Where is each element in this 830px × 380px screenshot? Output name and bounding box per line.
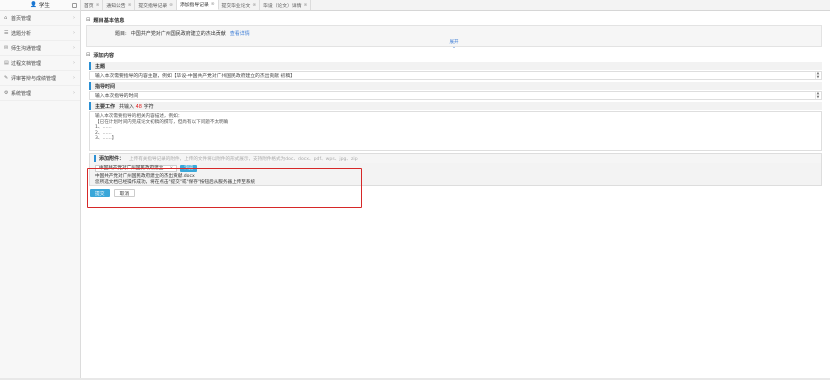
subject-block: 主题 输入本次需要指导的内容主题，例如【毕设-中国共产党对广州国民政府建立的杰出… (89, 62, 822, 80)
chevron-down-icon: ⌄ (452, 44, 456, 50)
sidebar-item-label: 选题分析 (11, 30, 32, 37)
sidebar-item-label: 师生沟通管理 (11, 45, 42, 52)
menu-item-icon: ✎ (4, 75, 9, 81)
sidebar-item-5[interactable]: ⚙ 系统管理 › (0, 86, 80, 101)
role-label: 👤 学生 (30, 2, 50, 9)
tab-label: 通知公告 (106, 3, 126, 9)
tab-label: 添加指导记录 (179, 3, 209, 8)
chevron-right-icon: › (73, 15, 75, 21)
chevron-right-icon: › (73, 30, 75, 36)
close-icon[interactable]: ⊗ (169, 3, 173, 8)
close-icon[interactable]: ⊗ (96, 3, 100, 8)
basic-info-section-title: ⊟ 题目基本信息 (86, 17, 125, 24)
sidebar-item-label: 系统管理 (11, 90, 32, 97)
sidebar-item-label: 首页管理 (11, 15, 32, 22)
subject-input[interactable]: 输入本次需要指导的内容主题，例如【毕设-中国共产党对广州国民政府建立的杰出贡献 … (89, 71, 822, 80)
attachment-header: 添加附件： 上传有关指导记录的附件，上传的文件将以附件的形式展示，支持附件格式为… (90, 153, 821, 163)
tab-0[interactable]: 首页 ⊗ (81, 0, 104, 10)
cancel-button[interactable]: 取消 (113, 189, 136, 197)
upload-status-text: 您所选文档已经操作成功，将在点击"提交"或"保存"按钮后从服务器上传至系统 (95, 180, 256, 185)
sidebar-item-3[interactable]: ▤ 过程文档管理 › (0, 56, 80, 71)
work-label: 主要工作 共输入 48 字符 (89, 102, 822, 110)
submit-button[interactable]: 提交 (90, 189, 110, 197)
time-label: 指导时间 (89, 82, 822, 90)
sidebar-item-0[interactable]: ⌂ 首页管理 › (0, 11, 80, 26)
menu-item-icon: ☰ (4, 30, 9, 36)
chevron-right-icon: › (73, 45, 75, 51)
sidebar-item-label: 过程文档管理 (11, 60, 42, 67)
menu-item-icon: ⌂ (4, 15, 8, 21)
sidebar-item-4[interactable]: ✎ 评审答辩与成绩管理 › (0, 71, 80, 86)
form-actions: 提交 取消 (90, 189, 822, 197)
sidebar-item-label: 评审答辩与成绩管理 (11, 75, 57, 82)
collapse-icon[interactable]: ⊟ (86, 17, 90, 23)
tab-4[interactable]: 提交毕业论文 ⊗ (219, 0, 261, 10)
close-icon[interactable]: ⊗ (128, 3, 132, 8)
chevron-right-icon: › (73, 75, 75, 81)
sidebar-item-2[interactable]: ✉ 师生沟通管理 › (0, 41, 80, 56)
expand-toggle[interactable]: 展开 ⌄ (450, 40, 459, 50)
tab-5[interactable]: 毕设（论文）详情 ⊗ (260, 0, 312, 10)
attachment-block: 添加附件： 上传有关指导记录的附件，上传的文件将以附件的形式展示，支持附件格式为… (89, 153, 822, 186)
attachment-hint: 上传有关指导记录的附件，上传的文件将以附件的形式展示，支持附件格式为doc、do… (129, 156, 358, 162)
tab-label: 首页 (84, 3, 94, 9)
collapse-icon[interactable]: ⊟ (86, 52, 90, 58)
menu-item-icon: ⚙ (4, 90, 9, 96)
chevron-right-icon: › (73, 60, 75, 66)
tab-label: 提交毕业论文 (221, 3, 251, 9)
spin-icon: ▲ ▼ (815, 91, 820, 99)
menu-item-icon: ▤ (4, 60, 9, 66)
close-icon[interactable]: ⊗ (252, 3, 256, 8)
chevron-right-icon: › (73, 90, 75, 96)
topic-prefix: 题目: (115, 31, 127, 37)
file-path-input[interactable]: 中国共产党对广州国民政府建立 × (95, 164, 178, 172)
sidebar-item-1[interactable]: ☰ 选题分析 › (0, 26, 80, 41)
subject-label: 主题 (89, 62, 822, 70)
time-input[interactable]: 输入本次指导的时间 ▲ ▼ (89, 91, 822, 100)
work-textarea[interactable]: 输入本次需要指导的相关内容描述，例如： 【已在计划时间内完成论文初稿的撰写，但尚… (89, 111, 822, 151)
browse-button[interactable]: 浏览 (180, 164, 198, 172)
char-count-note: 共输入 48 字符 (119, 103, 154, 110)
sidebar-toggle-icon[interactable] (72, 3, 77, 8)
topic-row: 题目: 中国共产党对广州国民政府建立的杰出贡献 查看详情 (115, 30, 250, 37)
upload-row: 中国共产党对广州国民政府建立 × 浏览 (90, 163, 821, 173)
tab-2[interactable]: 提交指导记录 ⊗ (135, 0, 177, 10)
tab-label: 提交指导记录 (138, 3, 168, 9)
close-icon[interactable]: ⊗ (304, 3, 308, 8)
view-details-link[interactable]: 查看详情 (230, 30, 250, 37)
tab-bar: 首页 ⊗ 通知公告 ⊗ 提交指导记录 ⊗ 添加指导记录 ⊗ 提交毕业论文 ⊗ 毕设（论文）详情 ⊗ (81, 0, 830, 11)
basic-info-panel: 题目: 中国共产党对广州国民政府建立的杰出贡献 查看详情 展开 ⌄ (86, 25, 822, 50)
close-icon[interactable]: ⊗ (211, 2, 215, 7)
menu-item-icon: ✉ (4, 45, 9, 51)
main-content: ⊟ 题目基本信息 题目: 中国共产党对广州国民政府建立的杰出贡献 查看详情 展开… (86, 15, 822, 197)
tab-1[interactable]: 通知公告 ⊗ (103, 0, 136, 10)
spin-icon: ▲ ▼ (815, 71, 820, 79)
sidebar: 👤 学生 ⌂ 首页管理 › ☰ 选题分析 › ✉ 师生沟通管理 › ▤ 过程文档管理 › ✎ 评审答辩与成… (0, 0, 81, 380)
tab-3[interactable]: 添加指导记录 ⊗ (176, 0, 219, 10)
time-block: 指导时间 输入本次指导的时间 ▲ ▼ (89, 82, 822, 100)
work-block: 主要工作 共输入 48 字符 输入本次需要指导的相关内容描述，例如： 【已在计划… (89, 102, 822, 151)
attachment-label: 添加附件： (94, 155, 124, 162)
sidebar-header: 👤 学生 (0, 0, 80, 11)
add-content-section-title: ⊟ 添加内容 (86, 52, 115, 59)
user-icon: 👤 (30, 2, 37, 8)
char-count: 48 (135, 103, 142, 110)
topic-title: 中国共产党对广州国民政府建立的杰出贡献 (130, 31, 226, 37)
clear-icon[interactable]: × (169, 166, 173, 171)
tab-label: 毕设（论文）详情 (263, 3, 302, 9)
